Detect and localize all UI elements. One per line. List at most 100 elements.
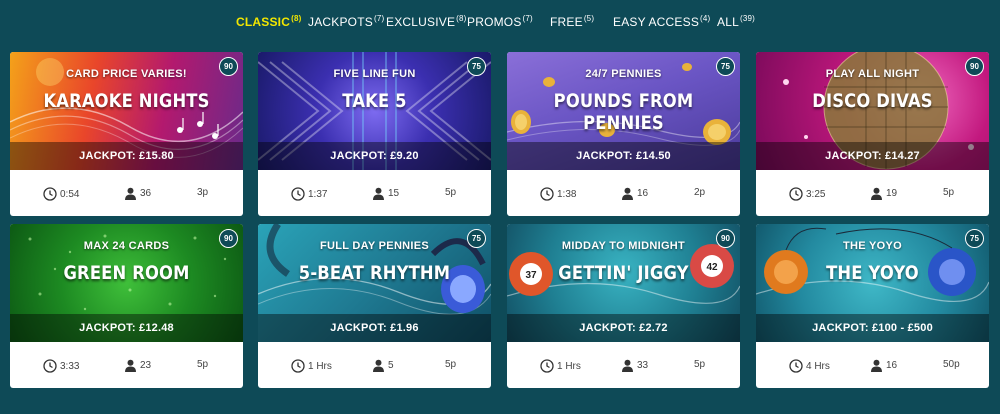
tab-count: (7) <box>373 14 385 23</box>
person-icon <box>622 187 633 200</box>
start-time-value: 1:37 <box>308 188 328 200</box>
game-stats: 1 Hrs 33 5p <box>507 342 740 388</box>
player-count: 19 <box>870 187 897 200</box>
game-card-gettin-jiggy[interactable]: 37 42 MIDDAY TO MIDNIGHT GETTIN' JIGGY J… <box>507 224 740 388</box>
game-card-karaoke-nights[interactable]: CARD PRICE VARIES! KARAOKE NIGHTS JACKPO… <box>10 52 243 216</box>
card-price-value: 3p <box>197 187 209 198</box>
game-title: 5-BEAT RHYTHM <box>298 262 451 284</box>
tab-label: PROMOS <box>467 15 522 29</box>
tab-exclusive[interactable]: EXCLUSIVE(8) <box>386 14 467 29</box>
jackpot-label: JACKPOT: £12.48 <box>10 314 243 342</box>
start-time: 3:33 <box>43 359 79 373</box>
game-tagline: MIDDAY TO MIDNIGHT <box>561 240 686 252</box>
clock-icon <box>291 187 305 201</box>
game-stats: 1:37 15 5p <box>258 170 491 216</box>
ball-type-badge: 75 <box>965 229 984 248</box>
tab-label: EASY ACCESS <box>613 15 700 29</box>
person-icon <box>871 187 882 200</box>
card-price-value: 5p <box>197 359 209 370</box>
jackpot-label: JACKPOT: £14.27 <box>756 142 989 170</box>
game-card-the-yoyo[interactable]: THE YOYO THE YOYO JACKPOT: £100 - £500 7… <box>756 224 989 388</box>
jackpot-label: JACKPOT: £2.72 <box>507 314 740 342</box>
player-count: 36 <box>124 187 151 200</box>
game-banner: 24/7 PENNIES POUNDS FROM PENNIES JACKPOT… <box>507 52 740 170</box>
ball-type-badge: 90 <box>219 229 238 248</box>
game-card-green-room[interactable]: MAX 24 CARDS GREEN ROOM JACKPOT: £12.48 … <box>10 224 243 388</box>
card-price: 50p <box>943 359 960 370</box>
tab-label: JACKPOTS <box>308 15 373 29</box>
category-tabs: CLASSIC(8) JACKPOTS(7) EXCLUSIVE(8) PROM… <box>0 14 1000 38</box>
person-icon <box>622 359 633 372</box>
player-count-value: 16 <box>886 360 898 371</box>
game-title: THE YOYO <box>826 262 919 284</box>
game-banner: PLAY ALL NIGHT DISCO DIVAS JACKPOT: £14.… <box>756 52 989 170</box>
clock-icon <box>291 359 305 373</box>
start-time: 1:38 <box>540 187 576 201</box>
start-time: 1 Hrs <box>540 359 581 373</box>
start-time-value: 1 Hrs <box>308 360 332 372</box>
game-stats: 3:33 23 5p <box>10 342 243 388</box>
card-price-value: 5p <box>943 187 955 198</box>
player-count: 33 <box>621 359 648 372</box>
game-card-pounds-from-pennies[interactable]: 24/7 PENNIES POUNDS FROM PENNIES JACKPOT… <box>507 52 740 216</box>
tab-easy-access[interactable]: EASY ACCESS(4) <box>613 14 710 29</box>
tab-jackpots[interactable]: JACKPOTS(7) <box>308 14 384 29</box>
person-icon <box>373 359 384 372</box>
ball-type-badge: 90 <box>219 57 238 76</box>
game-title: DISCO DIVAS <box>812 90 933 112</box>
game-stats: 4 Hrs 16 50p <box>756 342 989 388</box>
game-title: TAKE 5 <box>342 90 407 112</box>
card-price: 5p <box>694 359 705 370</box>
game-card-5-beat-rhythm[interactable]: FULL DAY PENNIES 5-BEAT RHYTHM JACKPOT: … <box>258 224 491 388</box>
person-icon <box>125 187 136 200</box>
jackpot-label: JACKPOT: £15.80 <box>10 142 243 170</box>
tab-free[interactable]: FREE(5) <box>550 14 594 29</box>
ball-type-badge: 90 <box>716 229 735 248</box>
game-title: POUNDS FROM PENNIES <box>553 90 694 134</box>
card-price: 2p <box>694 187 705 198</box>
game-title: KARAOKE NIGHTS <box>43 90 210 112</box>
tab-count: (5) <box>583 14 595 23</box>
game-tagline: MAX 24 CARDS <box>83 240 170 252</box>
game-tagline: FULL DAY PENNIES <box>319 240 430 252</box>
ball-type-badge: 75 <box>467 229 486 248</box>
start-time: 1 Hrs <box>291 359 332 373</box>
tab-label: EXCLUSIVE <box>386 15 456 29</box>
player-count: 5 <box>372 359 394 372</box>
game-card-disco-divas[interactable]: PLAY ALL NIGHT DISCO DIVAS JACKPOT: £14.… <box>756 52 989 216</box>
tab-count: (39) <box>739 14 755 23</box>
game-tagline: 24/7 PENNIES <box>585 68 662 80</box>
tab-count: (8) <box>456 14 467 23</box>
jackpot-label: JACKPOT: £1.96 <box>258 314 491 342</box>
game-card-take-5[interactable]: FIVE LINE FUN TAKE 5 JACKPOT: £9.20 75 1… <box>258 52 491 216</box>
game-stats: 1:38 16 2p <box>507 170 740 216</box>
clock-icon <box>789 359 803 373</box>
tab-label: ALL <box>717 15 739 29</box>
start-time-value: 1 Hrs <box>557 360 581 372</box>
tab-promos[interactable]: PROMOS(7) <box>467 14 533 29</box>
tab-classic[interactable]: CLASSIC(8) <box>236 14 301 29</box>
game-banner: THE YOYO THE YOYO JACKPOT: £100 - £500 7… <box>756 224 989 342</box>
tab-count: (4) <box>700 14 711 23</box>
start-time-value: 1:38 <box>557 188 577 200</box>
clock-icon <box>540 187 554 201</box>
game-stats: 0:54 36 3p <box>10 170 243 216</box>
card-price: 5p <box>445 359 456 370</box>
start-time: 4 Hrs <box>789 359 830 373</box>
card-price-value: 2p <box>694 187 706 198</box>
player-count: 23 <box>124 359 151 372</box>
card-price-value: 5p <box>445 359 457 370</box>
game-banner: MAX 24 CARDS GREEN ROOM JACKPOT: £12.48 … <box>10 224 243 342</box>
tab-all[interactable]: ALL(39) <box>717 14 755 29</box>
player-count: 15 <box>372 187 399 200</box>
game-title: GETTIN' JIGGY <box>558 262 689 284</box>
player-count-value: 16 <box>637 188 649 199</box>
tab-count: (7) <box>522 14 533 23</box>
game-stats: 3:25 19 5p <box>756 170 989 216</box>
clock-icon <box>43 187 57 201</box>
clock-icon <box>789 187 803 201</box>
tab-count: (8) <box>291 14 302 23</box>
player-count-value: 36 <box>140 188 152 199</box>
start-time-value: 4 Hrs <box>806 360 830 372</box>
game-banner: FIVE LINE FUN TAKE 5 JACKPOT: £9.20 75 <box>258 52 491 170</box>
